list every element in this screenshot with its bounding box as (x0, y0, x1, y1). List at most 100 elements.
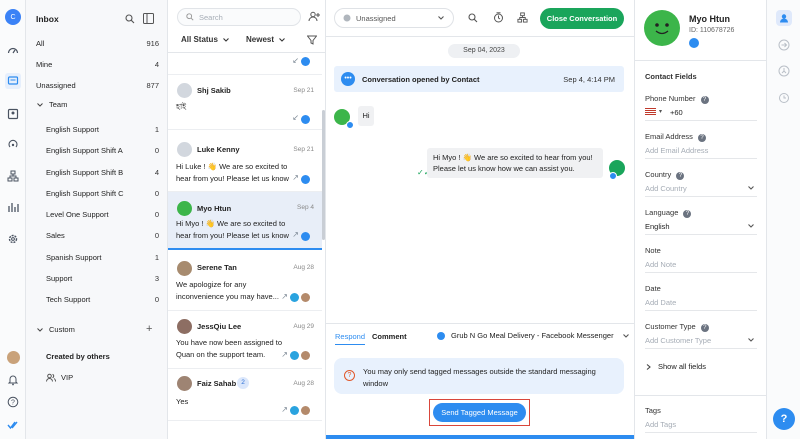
profile-avatar[interactable] (7, 351, 20, 364)
reports-icon[interactable] (5, 199, 21, 215)
list-item[interactable]: ↙ (168, 53, 322, 75)
svg-text:?: ? (11, 400, 15, 407)
field-underline (645, 310, 757, 311)
close-conversation-button[interactable]: Close Conversation (540, 8, 624, 29)
team-item[interactable]: English Support 1 (46, 122, 159, 136)
broadcast-icon[interactable] (5, 136, 21, 152)
composer-bottom-bar (326, 435, 634, 439)
assignee-avatar (301, 406, 310, 415)
team-item[interactable]: English Support Shift A0 (46, 143, 159, 157)
tags-field[interactable]: Add Tags (645, 420, 676, 429)
merge-icon[interactable] (776, 37, 792, 53)
chevron-down-icon (37, 327, 43, 332)
event-text: Conversation opened by Contact (362, 75, 480, 84)
user-avatar[interactable]: C (5, 9, 21, 25)
show-all-fields-link[interactable]: Show all fields (645, 362, 706, 371)
help-icon[interactable]: ? (5, 394, 21, 410)
send-tagged-message-button[interactable]: Send Tagged Message (433, 403, 526, 422)
channel-selector[interactable]: Grub N Go Meal Delivery - Facebook Messe… (437, 331, 630, 340)
add-contact-icon[interactable] (308, 11, 320, 22)
team-item[interactable]: Level One Support 0 (46, 207, 159, 221)
field-underline (645, 120, 757, 121)
inbox-item-mine[interactable]: Mine 4 (36, 57, 159, 71)
avatar (177, 376, 192, 391)
language-select[interactable]: English (645, 222, 670, 231)
search-input[interactable]: Search (199, 13, 223, 22)
team-item[interactable]: Tech Support 0 (46, 292, 159, 306)
list-item[interactable]: Luke Kenny Sep 21 Hi Luke ! 👋 We are so … (168, 130, 322, 192)
settings-icon[interactable] (5, 231, 21, 247)
add-custom-icon[interactable]: + (146, 323, 152, 335)
date-field[interactable]: Add Date (645, 298, 676, 307)
notification-icon[interactable] (5, 372, 21, 388)
team-section-toggle[interactable]: Team (36, 100, 67, 109)
phone-input[interactable]: +60 (670, 108, 683, 117)
incoming-message: Hi (358, 106, 374, 126)
field-underline (645, 158, 757, 159)
tab-comment[interactable]: Comment (372, 332, 407, 341)
contact-id: ID: 110678726 (689, 27, 735, 34)
messenger-icon (301, 57, 310, 66)
list-item[interactable]: Myo Htun Sep 4 Hi Myo ! 👋 We are so exci… (168, 192, 322, 250)
inbox-panel: Inbox All 916 Mine 4 Unassigned 877 Team En… (26, 0, 168, 439)
snooze-icon[interactable] (493, 12, 504, 23)
inbox-item-all[interactable]: All 916 (36, 36, 159, 50)
info-icon: ? (700, 324, 709, 332)
workflow-icon[interactable] (5, 168, 21, 184)
reply-arrow-icon: ↙ (292, 56, 299, 65)
field-underline (645, 272, 757, 273)
telegram-icon (290, 293, 299, 302)
contacts-icon[interactable] (5, 106, 21, 122)
filter-icon[interactable] (307, 35, 317, 45)
team-item[interactable]: Spanish Support 1 (46, 250, 159, 264)
country-code-dropdown[interactable]: ▾ (645, 108, 662, 115)
warning-icon: ? (344, 370, 355, 381)
team-item[interactable]: Sales 0 (46, 228, 159, 242)
language-label: Language ? (645, 208, 692, 218)
list-item[interactable]: Shj Sakib Sep 21 হাই ↙ (168, 75, 322, 130)
assignee-dropdown[interactable]: Unassigned (334, 8, 454, 28)
chevron-down-icon (37, 102, 43, 107)
chevron-down-icon (622, 333, 629, 338)
contact-details-icon[interactable] (776, 10, 792, 26)
inbox-item-unassigned[interactable]: Unassigned 877 (36, 78, 159, 92)
custom-section-toggle[interactable]: Custom (36, 325, 75, 334)
list-item[interactable]: Serene Tan Aug 28 We apologize for any i… (168, 251, 322, 311)
smiley-icon (655, 23, 669, 35)
info-icon: ? (683, 210, 692, 218)
custom-view-vip[interactable]: VIP (46, 373, 73, 382)
note-field[interactable]: Add Note (645, 260, 676, 269)
search-icon[interactable] (125, 14, 135, 24)
list-item[interactable]: JessQiu Lee Aug 29 You have now been ass… (168, 311, 322, 369)
collapse-panel-icon[interactable] (143, 13, 154, 24)
us-flag-icon (645, 108, 656, 115)
sort-dropdown[interactable]: Newest (246, 35, 286, 44)
lifecycle-icon[interactable] (776, 63, 792, 79)
dashboard-icon[interactable] (5, 43, 21, 59)
telegram-icon (290, 351, 299, 360)
email-field[interactable]: Add Email Address (645, 146, 708, 155)
customer-type-label: Customer Type ? (645, 322, 709, 332)
team-item[interactable]: English Support Shift B4 (46, 165, 159, 179)
unread-badge: 2 (237, 377, 249, 389)
tab-respond[interactable]: Respond (335, 332, 366, 345)
info-icon: ? (698, 134, 707, 142)
field-underline (645, 432, 757, 433)
telegram-icon (290, 406, 299, 415)
team-item[interactable]: English Support Shift C0 (46, 186, 159, 200)
customer-type-select[interactable]: Add Customer Type (645, 336, 711, 345)
right-rail: ? (766, 0, 800, 439)
status-filter-dropdown[interactable]: All Status (181, 35, 230, 44)
search-box[interactable]: Search (177, 8, 301, 26)
country-select[interactable]: Add Country (645, 184, 687, 193)
scrollbar[interactable] (322, 110, 325, 240)
created-by-others-header: Created by others (46, 352, 110, 361)
inbox-icon[interactable] (5, 73, 21, 89)
workflow-icon[interactable] (517, 12, 528, 23)
history-icon[interactable] (776, 90, 792, 106)
list-item[interactable]: Faiz Sahab 2 Aug 28 Yes ↗ (168, 369, 322, 421)
team-item[interactable]: Support 3 (46, 271, 159, 285)
help-button[interactable]: ? (773, 408, 795, 430)
left-rail: C ? (0, 0, 26, 439)
search-icon[interactable] (468, 13, 478, 23)
